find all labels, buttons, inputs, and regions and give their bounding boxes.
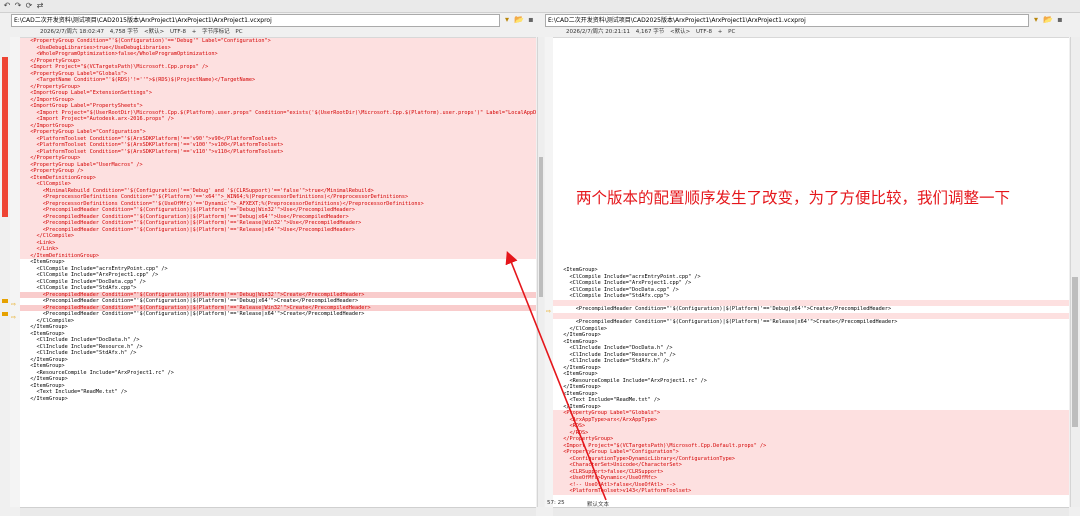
text-mode: 默认文本 (587, 502, 610, 508)
right-folder-icon[interactable]: 📂 (1043, 15, 1053, 25)
diff-marker-icon[interactable]: ⇨ (11, 315, 19, 321)
redo-icon[interactable]: ↷ (13, 1, 23, 11)
left-browse-icon[interactable]: ▾ (502, 15, 512, 25)
refresh-icon[interactable]: ⟳ (24, 1, 34, 11)
left-path-field[interactable]: E:\CAD二次开发资料\测试项目\CAD2015版本\ArxProject1\… (11, 14, 500, 27)
left-date: 2026/2/7/周六 18:02:47 (40, 29, 105, 35)
left-lineending[interactable]: PC (235, 29, 242, 35)
left-marker: + (191, 29, 197, 35)
left-size: 4,758 字节 (109, 29, 139, 35)
right-date: 2026/2/7/周六 20:21:11 (566, 29, 631, 35)
left-gutter: ⇨ ⇨ (10, 37, 20, 507)
right-file-info: 2026/2/7/周六 20:21:11 4,167 字节 <默认> UTF-8… (566, 28, 739, 37)
undo-icon[interactable]: ↶ (2, 1, 12, 11)
diff-overview-bar[interactable] (0, 37, 10, 507)
right-encoding[interactable]: UTF-8 (696, 29, 712, 35)
right-code-pane[interactable]: <ItemGroup> <ClCompile Include="acrxEntr… (553, 37, 1069, 508)
toolbar: ↶ ↷ ⟳ ⇄ (0, 0, 1080, 13)
diff-marker-icon[interactable]: ⇨ (11, 302, 19, 308)
left-encoding-default[interactable]: <默认> (144, 29, 164, 35)
right-vertical-scrollbar[interactable] (1070, 37, 1080, 507)
left-encoding[interactable]: UTF-8 (170, 29, 186, 35)
left-bom-label: 字节序标记 (202, 29, 230, 35)
left-file-info: 2026/2/7/周六 18:02:47 4,758 字节 <默认> UTF-8… (40, 28, 247, 37)
right-save-icon[interactable]: ▪ (1055, 15, 1065, 25)
annotation-text: 两个版本的配置顺序发生了改变，为了方便比较，我们调整一下 (576, 189, 1011, 207)
left-code-pane[interactable]: <PropertyGroup Condition="'$(Configurati… (20, 37, 536, 508)
right-encoding-default[interactable]: <默认> (670, 29, 690, 35)
blank-diff-region (553, 38, 1069, 267)
code-line[interactable]: </ItemGroup> (20, 396, 536, 403)
right-browse-icon[interactable]: ▾ (1031, 15, 1041, 25)
swap-icon[interactable]: ⇄ (35, 1, 45, 11)
code-line[interactable]: <PlatformToolset>v143</PlatformToolset> (553, 488, 1069, 495)
left-folder-icon[interactable]: 📂 (514, 15, 524, 25)
left-save-icon[interactable]: ▪ (526, 15, 536, 25)
right-path-row: E:\CAD二次开发资料\测试项目\CAD2025版本\ArxProject1\… (545, 14, 1080, 27)
right-path-field[interactable]: E:\CAD二次开发资料\测试项目\CAD2025版本\ArxProject1\… (545, 14, 1029, 27)
right-lineending[interactable]: PC (728, 29, 735, 35)
right-size: 4,167 字节 (635, 29, 665, 35)
cursor-position: 57: 25 (547, 500, 565, 506)
right-marker: + (717, 29, 723, 35)
left-vertical-scrollbar[interactable] (537, 37, 544, 507)
left-path-row: E:\CAD二次开发资料\测试项目\CAD2015版本\ArxProject1\… (0, 14, 540, 27)
right-gutter: ⇨ (545, 37, 553, 507)
